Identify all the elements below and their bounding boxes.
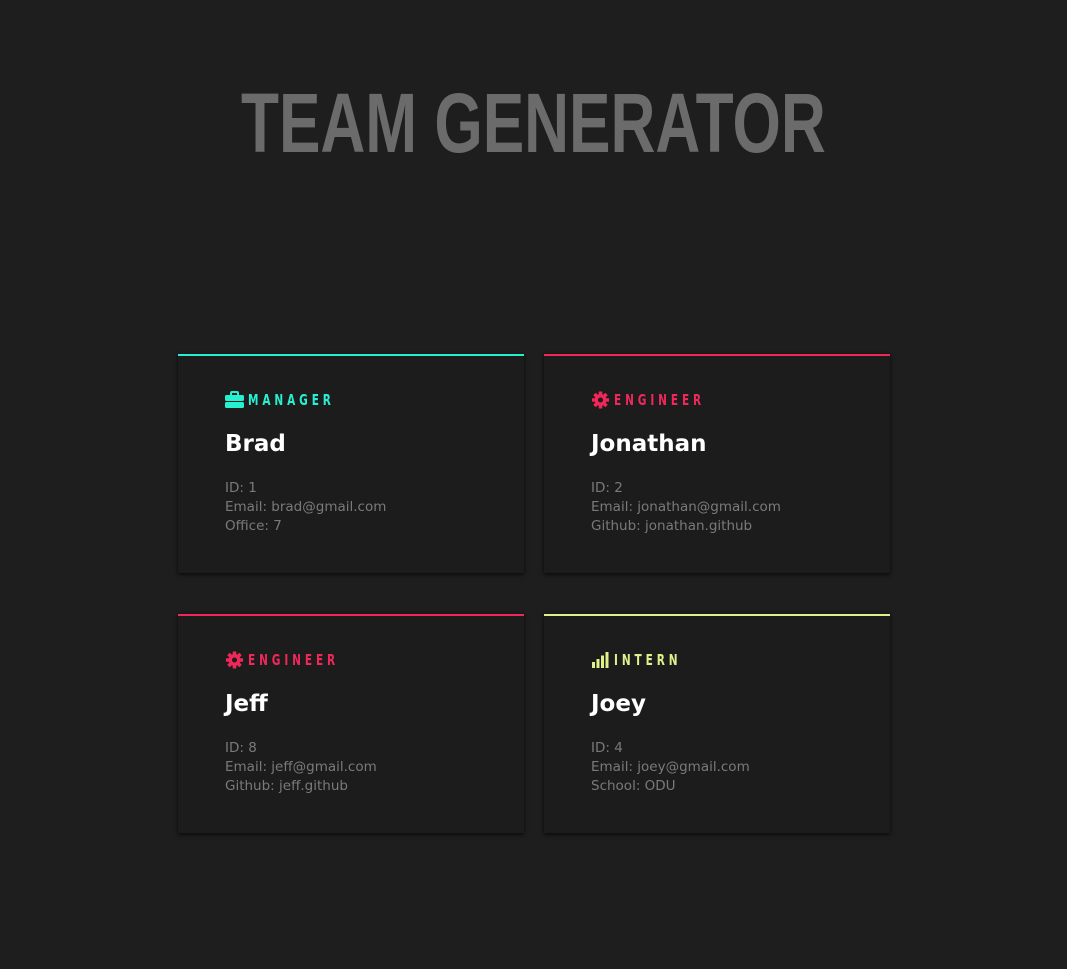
role-badge: INTERN bbox=[591, 650, 700, 670]
briefcase-icon bbox=[225, 391, 244, 409]
role-badge: MANAGER bbox=[225, 390, 359, 410]
employee-details: ID: 2 Email: jonathan@gmail.com Github: … bbox=[591, 479, 781, 536]
employee-email: Email: joey@gmail.com bbox=[591, 759, 750, 775]
role-label: ENGINEER bbox=[614, 391, 706, 409]
employee-name: Jeff bbox=[225, 691, 268, 717]
employee-card-engineer: ENGINEER Jeff ID: 8 Email: jeff@gmail.co… bbox=[178, 614, 524, 833]
employee-school: School: ODU bbox=[591, 778, 676, 794]
employee-card-intern: INTERN Joey ID: 4 Email: joey@gmail.com … bbox=[544, 614, 890, 833]
gear-icon bbox=[225, 651, 244, 669]
employee-office: Office: 7 bbox=[225, 518, 282, 534]
employee-id: ID: 1 bbox=[225, 480, 257, 496]
role-badge: ENGINEER bbox=[225, 650, 365, 670]
role-label: MANAGER bbox=[248, 391, 335, 409]
employee-details: ID: 8 Email: jeff@gmail.com Github: jeff… bbox=[225, 739, 377, 796]
employee-id: ID: 8 bbox=[225, 740, 257, 756]
employee-email: Email: jonathan@gmail.com bbox=[591, 499, 781, 515]
employee-details: ID: 4 Email: joey@gmail.com School: ODU bbox=[591, 739, 750, 796]
employee-card-manager: MANAGER Brad ID: 1 Email: brad@gmail.com… bbox=[178, 354, 524, 573]
employee-name: Brad bbox=[225, 431, 286, 457]
role-badge: ENGINEER bbox=[591, 390, 731, 410]
page-title: TEAM GENERATOR bbox=[240, 76, 826, 170]
role-label: ENGINEER bbox=[248, 651, 340, 669]
employee-details: ID: 1 Email: brad@gmail.com Office: 7 bbox=[225, 479, 386, 536]
employee-github: Github: jeff.github bbox=[225, 778, 348, 794]
signal-bars-icon bbox=[591, 651, 610, 669]
gear-icon bbox=[591, 391, 610, 409]
role-label: INTERN bbox=[614, 651, 682, 669]
employee-email: Email: brad@gmail.com bbox=[225, 499, 387, 515]
employee-name: Jonathan bbox=[591, 431, 707, 457]
employee-id: ID: 4 bbox=[591, 740, 623, 756]
employee-name: Joey bbox=[591, 691, 646, 717]
employee-id: ID: 2 bbox=[591, 480, 623, 496]
employee-email: Email: jeff@gmail.com bbox=[225, 759, 377, 775]
employee-github: Github: jonathan.github bbox=[591, 518, 753, 534]
employee-card-engineer: ENGINEER Jonathan ID: 2 Email: jonathan@… bbox=[544, 354, 890, 573]
